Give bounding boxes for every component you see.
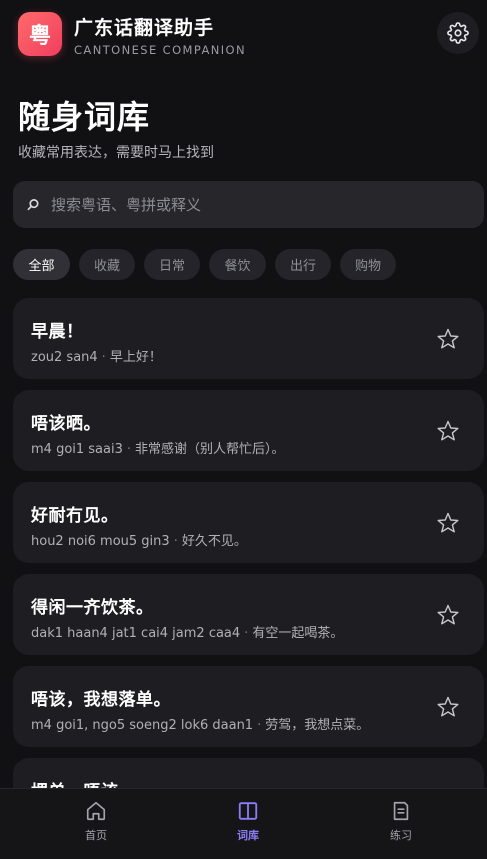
- phrase-meaning: 劳驾，我想点菜。: [265, 718, 370, 733]
- book-icon: [238, 802, 258, 820]
- star-icon: [437, 328, 459, 349]
- gear-icon: [447, 22, 469, 44]
- favorite-button[interactable]: [433, 324, 463, 354]
- nav-phrasebook-label: 词库: [237, 829, 259, 842]
- nav-practice[interactable]: 练习: [366, 800, 436, 843]
- practice-icon: [393, 801, 409, 821]
- phrase-title: 唔该晒。: [31, 414, 101, 434]
- phrase-title: 唔该，我想落单。: [31, 690, 171, 710]
- phrase-card[interactable]: 得闲一齐饮茶。 dak1 haan4 jat1 cai4 jam2 caa4 · 有…: [13, 574, 484, 655]
- phrase-meaning: 好久不见。: [181, 534, 247, 549]
- phrase-card[interactable]: 唔该晒。 m4 goi1 saai3 · 非常感谢（别人帮忙后）。: [13, 390, 484, 471]
- phrase-detail: m4 goi1, ngo5 soeng2 lok6 daan1 · 劳驾，我想点菜。: [31, 714, 369, 733]
- phrase-jyutping: dak1 haan4 jat1 cai4 jam2 caa4: [31, 626, 241, 641]
- star-icon: [437, 604, 459, 625]
- favorite-button[interactable]: [433, 692, 463, 722]
- phrase-detail: m4 goi1 saai3 · 非常感谢（别人帮忙后）。: [31, 438, 285, 457]
- nav-phrasebook[interactable]: 词库: [213, 800, 283, 843]
- star-icon: [437, 512, 459, 533]
- settings-button[interactable]: [437, 12, 479, 54]
- phrase-card[interactable]: 早晨！ zou2 san4 · 早上好！: [13, 298, 484, 379]
- separator-dot: ·: [244, 626, 249, 641]
- phrase-detail: hou2 noi6 mou5 gin3 · 好久不见。: [31, 530, 247, 549]
- separator-dot: ·: [126, 442, 132, 457]
- favorite-button[interactable]: [433, 508, 463, 538]
- app-subtitle: CANTONESE COMPANION: [74, 43, 246, 57]
- nav-home[interactable]: 首页: [61, 800, 131, 843]
- separator-dot: ·: [101, 350, 106, 365]
- phrase-card[interactable]: 好耐冇见。 hou2 noi6 mou5 gin3 · 好久不见。: [13, 482, 484, 563]
- app-logo-char: 粤: [28, 24, 51, 49]
- phrase-card[interactable]: 唔该，我想落单。 m4 goi1, ngo5 soeng2 lok6 daan1…: [13, 666, 484, 747]
- separator-dot: ·: [257, 718, 262, 733]
- phrase-title: 得闲一齐饮茶。: [31, 598, 154, 618]
- search-icon: [27, 198, 41, 212]
- phrase-meaning: 早上好！: [109, 350, 162, 365]
- chip-daily[interactable]: 日常: [144, 249, 200, 280]
- phrase-detail: zou2 san4 · 早上好！: [31, 346, 162, 365]
- app-logo-icon: 粤: [18, 12, 62, 56]
- page-subtitle: 收藏常用表达，需要时马上找到: [18, 145, 214, 161]
- home-icon: [86, 801, 106, 821]
- favorite-button[interactable]: [433, 600, 463, 630]
- star-icon: [437, 420, 459, 441]
- chip-shopping[interactable]: 购物: [340, 249, 396, 280]
- star-icon: [437, 696, 459, 717]
- phrase-title: 好耐冇见。: [31, 506, 119, 526]
- search-bar[interactable]: [13, 181, 484, 228]
- phrase-jyutping: hou2 noi6 mou5 gin3: [31, 534, 170, 549]
- chip-all[interactable]: 全部: [13, 249, 70, 280]
- bottom-nav: 首页 词库 练习: [0, 788, 487, 859]
- nav-practice-label: 练习: [390, 829, 412, 842]
- phrase-detail: dak1 haan4 jat1 cai4 jam2 caa4 · 有空一起喝茶。: [31, 622, 343, 641]
- phrase-jyutping: m4 goi1, ngo5 soeng2 lok6 daan1: [31, 718, 254, 733]
- chip-dining[interactable]: 餐饮: [209, 249, 266, 280]
- favorite-button[interactable]: [433, 416, 463, 446]
- app-title: 广东话翻译助手: [74, 17, 215, 39]
- page-title: 随身词库: [18, 98, 151, 136]
- nav-home-label: 首页: [85, 829, 107, 842]
- app-header: 粤 广东话翻译助手 CANTONESE COMPANION: [0, 0, 487, 70]
- chip-travel[interactable]: 出行: [275, 249, 331, 280]
- phrase-jyutping: zou2 san4: [31, 350, 98, 365]
- phrase-jyutping: m4 goi1 saai3: [31, 442, 123, 457]
- filter-chips: 全部 收藏 日常 餐饮 出行 购物: [13, 249, 405, 280]
- search-input[interactable]: [51, 195, 451, 214]
- phrase-meaning: 有空一起喝茶。: [252, 626, 344, 641]
- phrase-title: 早晨！: [31, 322, 84, 342]
- chip-favorites[interactable]: 收藏: [79, 249, 135, 280]
- separator-dot: ·: [173, 534, 178, 549]
- phrase-meaning: 非常感谢（别人帮忙后）。: [135, 442, 285, 457]
